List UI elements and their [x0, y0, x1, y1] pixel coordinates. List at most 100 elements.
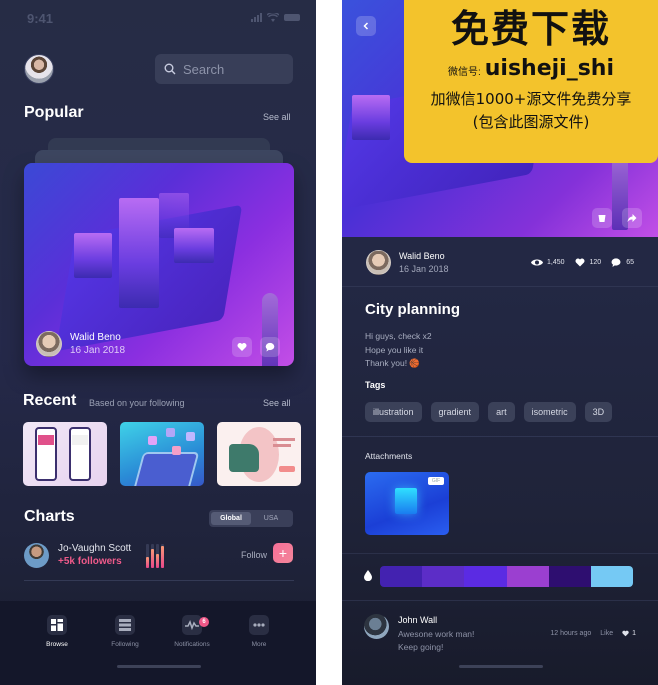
back-button[interactable]	[356, 16, 376, 36]
segment-global[interactable]: Global	[211, 512, 251, 525]
comment-item: John Wall Awesone work man! Keep going! …	[364, 613, 636, 658]
commenter-avatar[interactable]	[364, 614, 389, 639]
post-meta: Walid Beno 16 Jan 2018 1,450 120 65	[342, 237, 658, 287]
chart-entry: Jo-Vaughn Scott +5k followers Follow +	[24, 542, 294, 570]
color-swatch[interactable]	[380, 566, 423, 587]
comment-button[interactable]	[260, 337, 280, 357]
author-avatar[interactable]	[366, 250, 391, 275]
popular-see-all-link[interactable]: See all	[263, 112, 291, 122]
post-body: Hi guys, check x2 Hope you like it Thank…	[365, 331, 432, 368]
tab-more[interactable]: More	[229, 615, 289, 648]
recent-title: Recent	[23, 392, 77, 409]
tag-chip[interactable]: 3D	[584, 402, 613, 422]
tab-browse[interactable]: Browse	[27, 615, 87, 648]
region-segmented-control: Global USA	[209, 510, 293, 527]
follow-label[interactable]: Follow	[241, 550, 267, 560]
commenter-name: John Wall	[398, 615, 438, 625]
color-palette	[380, 566, 633, 587]
post-date: 16 Jan 2018	[399, 264, 449, 274]
comment-like-button[interactable]: Like	[600, 630, 613, 637]
attachments-label: Attachments	[365, 451, 413, 461]
comment-meta: 12 hours ago Like 1	[550, 630, 636, 637]
illustration-building	[174, 228, 214, 263]
promo-line: 加微信1000+源文件免费分享	[430, 89, 632, 108]
likes-count: 120	[589, 259, 602, 266]
comments-stat[interactable]: 65	[610, 258, 634, 267]
follower-gain: +5k followers	[58, 556, 122, 567]
comment-icon	[265, 342, 275, 352]
popular-card[interactable]: Walid Beno 16 Jan 2018	[24, 163, 294, 366]
card-author: Walid Beno 16 Jan 2018	[36, 331, 125, 357]
trend-bar	[156, 544, 159, 568]
wifi-icon	[267, 13, 279, 22]
post-stats: 1,450 120 65	[530, 258, 634, 267]
trend-bar	[146, 544, 149, 568]
color-swatch[interactable]	[548, 566, 591, 587]
color-palette-row	[364, 566, 633, 587]
divider	[342, 436, 658, 437]
home-indicator	[117, 665, 201, 668]
browse-screen: 9:41 Search Popular See all Walid Beno 1…	[0, 0, 316, 685]
illustration-building	[74, 233, 112, 278]
likes-stat[interactable]: 120	[574, 258, 602, 267]
comment-like-count: 1	[622, 630, 636, 637]
eye-icon	[530, 259, 543, 266]
promo-overlay: 免费下载 微信号: uisheji_shi 加微信1000+源文件免费分享 (包…	[404, 0, 658, 163]
tab-following[interactable]: Following	[95, 615, 155, 648]
tab-label: Following	[111, 641, 139, 648]
tab-label: Browse	[46, 641, 68, 648]
promo-id-label: 微信号:	[447, 66, 481, 78]
recent-subtitle: Based on your following	[89, 398, 185, 408]
tag-chip[interactable]: gradient	[430, 402, 480, 422]
tag-chip[interactable]: illustration	[365, 402, 422, 422]
notification-badge: 6	[199, 617, 209, 627]
segment-usa[interactable]: USA	[251, 512, 291, 525]
search-placeholder: Search	[183, 61, 225, 77]
like-button[interactable]	[232, 337, 252, 357]
color-swatch[interactable]	[506, 566, 549, 587]
author-name: Walid Beno	[399, 251, 445, 261]
signal-icon	[251, 13, 262, 22]
color-swatch[interactable]	[590, 566, 633, 587]
promo-wechat-id: 微信号: uisheji_shi	[448, 56, 614, 81]
follow-button[interactable]: +	[273, 543, 293, 563]
promo-line: (包含此图源文件)	[472, 112, 590, 131]
tab-notifications[interactable]: 6 Notifications	[162, 615, 222, 648]
color-swatch[interactable]	[422, 566, 465, 587]
home-indicator	[459, 665, 543, 668]
tag-chip[interactable]: isometric	[523, 402, 576, 422]
cube-illustration	[395, 488, 417, 514]
post-detail-screen: 免费下载 微信号: uisheji_shi 加微信1000+源文件免费分享 (包…	[342, 0, 658, 685]
color-swatch[interactable]	[464, 566, 507, 587]
trend-bar-fill	[156, 554, 159, 568]
recent-list	[23, 422, 301, 486]
gif-badge: GIF	[428, 477, 444, 485]
recent-see-all-link[interactable]: See all	[263, 398, 291, 408]
status-icons	[251, 13, 300, 22]
recent-thumbnail[interactable]	[217, 422, 301, 486]
views-stat: 1,450	[530, 258, 565, 267]
battery-icon	[284, 14, 300, 21]
post-actions	[592, 208, 642, 228]
status-bar: 9:41	[0, 0, 316, 36]
tag-list: illustration gradient art isometric 3D	[365, 402, 613, 422]
recent-thumbnail[interactable]	[120, 422, 204, 486]
user-avatar[interactable]	[24, 543, 49, 568]
search-input[interactable]: Search	[155, 54, 293, 84]
comment-time: 12 hours ago	[550, 630, 592, 637]
charts-title: Charts	[24, 508, 75, 525]
trend-bar-fill	[146, 557, 149, 568]
trend-bar	[161, 544, 164, 568]
tag-chip[interactable]: art	[488, 402, 515, 422]
trend-bar-fill	[161, 546, 164, 568]
chevron-left-icon	[363, 22, 369, 30]
save-button[interactable]	[592, 208, 612, 228]
share-button[interactable]	[622, 208, 642, 228]
recent-thumbnail[interactable]	[23, 422, 107, 486]
author-avatar[interactable]	[36, 331, 62, 357]
trend-bar-fill	[151, 549, 154, 568]
heart-icon	[622, 630, 629, 637]
tab-label: More	[251, 641, 267, 648]
attachment-thumbnail[interactable]: GIF	[365, 472, 449, 535]
profile-avatar[interactable]	[24, 54, 54, 84]
